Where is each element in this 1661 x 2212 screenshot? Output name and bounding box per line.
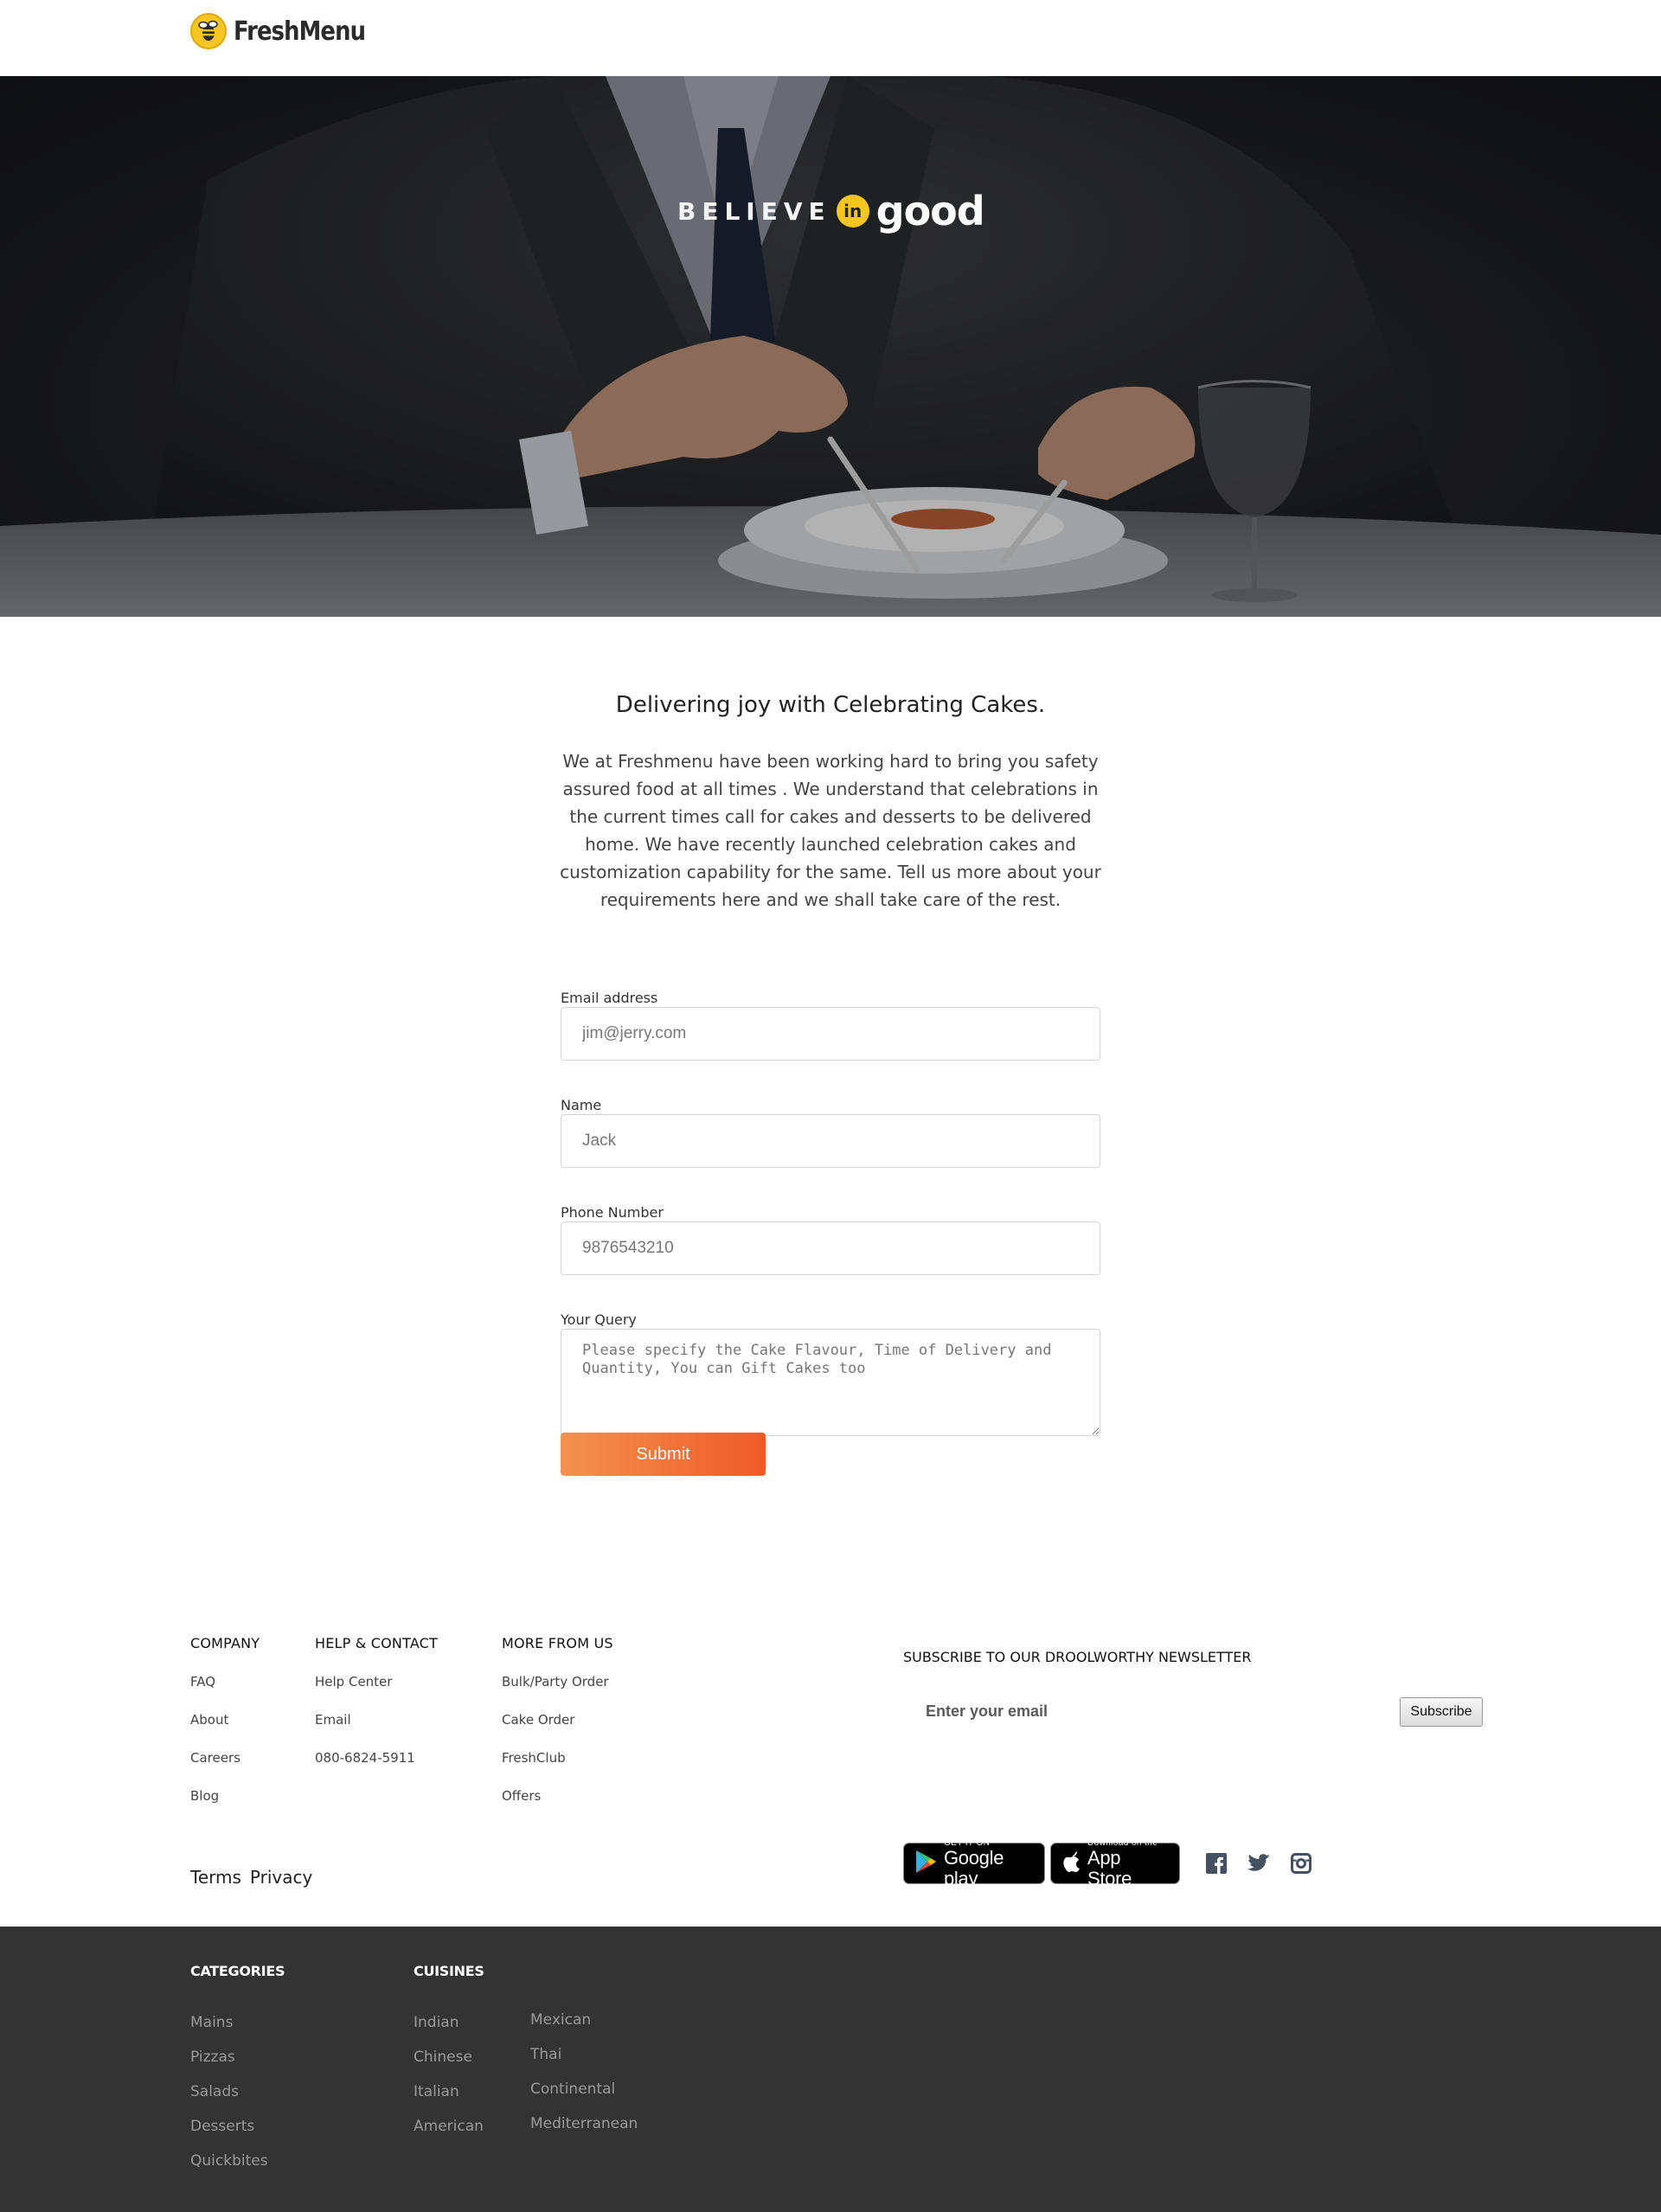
google-play-icon (914, 1850, 937, 1878)
email-label: Email address (561, 990, 658, 1006)
google-play-small-text: GET IT ON (944, 1837, 991, 1848)
subscribe-button[interactable]: Subscribe (1400, 1697, 1483, 1727)
site-header: FreshMenu (0, 0, 1661, 76)
footer-link-email[interactable]: Email (315, 1712, 438, 1750)
facebook-icon[interactable] (1205, 1852, 1228, 1875)
tagline-good: good (875, 188, 985, 234)
google-play-big-text: Google play (944, 1846, 1004, 1889)
app-store-small-text: Download on the (1087, 1837, 1158, 1848)
brand-name: FreshMenu (234, 16, 366, 47)
footer-link-faq[interactable]: FAQ (190, 1674, 260, 1712)
categories-column: CATEGORIES Mains Pizzas Salads Desserts … (190, 1963, 285, 2187)
footer-help-column: HELP & CONTACT Help Center Email 080-682… (315, 1635, 438, 1788)
tagline-believe: BELIEVE (677, 196, 831, 226)
category-link-desserts[interactable]: Desserts (190, 2118, 285, 2152)
cuisine-link-continental[interactable]: Continental (530, 2081, 638, 2115)
footer-link-phone[interactable]: 080-6824-5911 (315, 1750, 438, 1788)
tagline-in-badge: in (836, 195, 869, 228)
cuisines-column-1: CUISINES Indian Chinese Italian American (414, 1963, 484, 2152)
twitter-icon[interactable] (1247, 1852, 1270, 1875)
footer-more-title: MORE FROM US (502, 1635, 613, 1651)
bee-icon (190, 13, 227, 49)
google-play-button[interactable]: GET IT ON Google play (903, 1838, 1045, 1888)
footer-link-cake-order[interactable]: Cake Order (502, 1712, 613, 1750)
cuisine-link-chinese[interactable]: Chinese (414, 2049, 484, 2083)
footer-link-bulk-order[interactable]: Bulk/Party Order (502, 1674, 613, 1712)
privacy-link[interactable]: Privacy (250, 1867, 312, 1888)
apple-icon (1061, 1850, 1081, 1877)
footer-link-help-center[interactable]: Help Center (315, 1674, 438, 1712)
cuisines-title: CUISINES (414, 1963, 484, 1979)
query-label: Your Query (561, 1311, 637, 1328)
categories-title: CATEGORIES (190, 1963, 285, 1979)
intro-paragraph: We at Freshmenu have been working hard t… (560, 751, 1101, 910)
footer-link-offers[interactable]: Offers (502, 1788, 613, 1826)
newsletter-email-input[interactable] (903, 1694, 1396, 1728)
category-link-quickbites[interactable]: Quickbites (190, 2152, 285, 2187)
terms-link[interactable]: Terms (190, 1867, 241, 1888)
name-label: Name (561, 1097, 602, 1113)
footer-help-title: HELP & CONTACT (315, 1635, 439, 1651)
footer-link-careers[interactable]: Careers (190, 1750, 260, 1788)
cuisine-link-indian[interactable]: Indian (414, 2014, 484, 2049)
cuisine-link-american[interactable]: American (414, 2118, 484, 2152)
google-play-text: GET IT ON Google play (944, 1838, 1034, 1889)
app-store-button[interactable]: Download on the App Store (1050, 1838, 1180, 1888)
footer-link-blog[interactable]: Blog (190, 1788, 260, 1826)
query-textarea[interactable] (561, 1329, 1100, 1436)
newsletter-title: SUBSCRIBE TO OUR DROOLWORTHY NEWSLETTER (903, 1649, 1252, 1665)
phone-field[interactable] (561, 1221, 1100, 1275)
cuisine-link-thai[interactable]: Thai (530, 2046, 638, 2081)
footer-company-title: COMPANY (190, 1635, 260, 1651)
believe-in-good-tagline: BELIEVE in good (677, 185, 985, 237)
cuisine-link-mediterranean[interactable]: Mediterranean (530, 2115, 638, 2150)
footer-link-freshclub[interactable]: FreshClub (502, 1750, 613, 1788)
cuisine-link-mexican[interactable]: Mexican (530, 2011, 638, 2046)
cuisines-column-2: Mexican Thai Continental Mediterranean (530, 2011, 638, 2150)
hero-dining-illustration (0, 76, 1661, 617)
footer-link-about[interactable]: About (190, 1712, 260, 1750)
dark-footer: CATEGORIES Mains Pizzas Salads Desserts … (0, 1927, 1661, 2212)
footer-company-column: COMPANY FAQ About Careers Blog (190, 1635, 260, 1826)
category-link-pizzas[interactable]: Pizzas (190, 2049, 285, 2083)
cake-order-form: Email address Name Phone Number Your Que… (561, 990, 1100, 1476)
cuisine-link-italian[interactable]: Italian (414, 2083, 484, 2118)
page-title: Delivering joy with Celebrating Cakes. (615, 692, 1046, 718)
category-link-mains[interactable]: Mains (190, 2014, 285, 2049)
phone-label: Phone Number (561, 1204, 664, 1221)
email-field[interactable] (561, 1007, 1100, 1061)
footer-more-column: MORE FROM US Bulk/Party Order Cake Order… (502, 1635, 613, 1826)
name-field[interactable] (561, 1114, 1100, 1168)
legal-links: Terms Privacy (190, 1867, 312, 1888)
app-store-text: Download on the App Store (1087, 1838, 1169, 1889)
hero-banner: BELIEVE in good (0, 76, 1661, 617)
instagram-icon[interactable] (1290, 1852, 1312, 1875)
category-link-salads[interactable]: Salads (190, 2083, 285, 2118)
freshmenu-logo[interactable]: FreshMenu (190, 10, 387, 52)
app-store-big-text: App Store (1087, 1846, 1132, 1889)
submit-button[interactable]: Submit (561, 1433, 766, 1476)
